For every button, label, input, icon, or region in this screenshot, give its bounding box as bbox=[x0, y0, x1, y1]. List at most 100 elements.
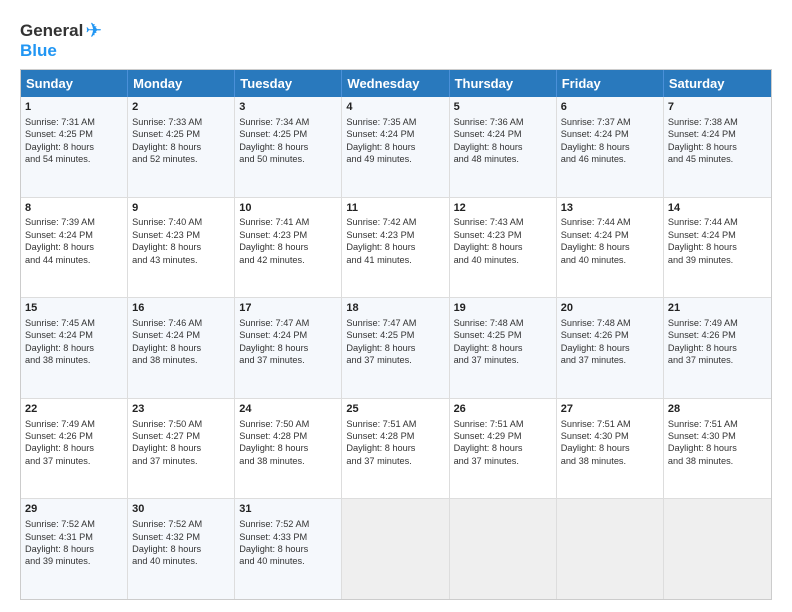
day-info: Daylight: 8 hours bbox=[346, 141, 444, 153]
day-info: Sunset: 4:25 PM bbox=[454, 329, 552, 341]
calendar-header-friday: Friday bbox=[557, 70, 664, 97]
day-info: and 37 minutes. bbox=[561, 354, 659, 366]
calendar-day-1: 1Sunrise: 7:31 AMSunset: 4:25 PMDaylight… bbox=[21, 97, 128, 197]
day-info: Sunset: 4:31 PM bbox=[25, 531, 123, 543]
day-info: Daylight: 8 hours bbox=[454, 241, 552, 253]
day-number: 17 bbox=[239, 301, 337, 316]
day-info: Daylight: 8 hours bbox=[239, 141, 337, 153]
day-info: and 44 minutes. bbox=[25, 254, 123, 266]
day-info: Sunrise: 7:50 AM bbox=[239, 418, 337, 430]
calendar-day-26: 26Sunrise: 7:51 AMSunset: 4:29 PMDayligh… bbox=[450, 399, 557, 499]
calendar-week-0: 1Sunrise: 7:31 AMSunset: 4:25 PMDaylight… bbox=[21, 97, 771, 197]
day-info: Sunrise: 7:36 AM bbox=[454, 116, 552, 128]
day-info: Sunset: 4:26 PM bbox=[561, 329, 659, 341]
day-info: Sunrise: 7:34 AM bbox=[239, 116, 337, 128]
day-number: 23 bbox=[132, 402, 230, 417]
day-number: 26 bbox=[454, 402, 552, 417]
day-info: and 39 minutes. bbox=[668, 254, 767, 266]
calendar-day-24: 24Sunrise: 7:50 AMSunset: 4:28 PMDayligh… bbox=[235, 399, 342, 499]
day-info: Sunrise: 7:47 AM bbox=[239, 317, 337, 329]
logo: General ✈ Blue bbox=[20, 18, 102, 61]
calendar-week-4: 29Sunrise: 7:52 AMSunset: 4:31 PMDayligh… bbox=[21, 498, 771, 599]
day-number: 13 bbox=[561, 201, 659, 216]
day-number: 14 bbox=[668, 201, 767, 216]
day-info: Sunrise: 7:31 AM bbox=[25, 116, 123, 128]
calendar-empty bbox=[557, 499, 664, 599]
day-number: 31 bbox=[239, 502, 337, 517]
day-info: Daylight: 8 hours bbox=[454, 141, 552, 153]
calendar-header-wednesday: Wednesday bbox=[342, 70, 449, 97]
calendar-empty bbox=[342, 499, 449, 599]
day-info: Daylight: 8 hours bbox=[346, 342, 444, 354]
day-info: Sunset: 4:24 PM bbox=[454, 128, 552, 140]
day-info: Daylight: 8 hours bbox=[132, 141, 230, 153]
day-info: Sunset: 4:25 PM bbox=[25, 128, 123, 140]
day-info: Daylight: 8 hours bbox=[239, 543, 337, 555]
calendar-day-6: 6Sunrise: 7:37 AMSunset: 4:24 PMDaylight… bbox=[557, 97, 664, 197]
calendar-day-8: 8Sunrise: 7:39 AMSunset: 4:24 PMDaylight… bbox=[21, 198, 128, 298]
day-info: and 37 minutes. bbox=[454, 455, 552, 467]
day-info: Daylight: 8 hours bbox=[454, 342, 552, 354]
day-info: Daylight: 8 hours bbox=[132, 342, 230, 354]
day-info: Daylight: 8 hours bbox=[668, 442, 767, 454]
day-info: Sunrise: 7:40 AM bbox=[132, 216, 230, 228]
day-info: and 54 minutes. bbox=[25, 153, 123, 165]
day-info: and 41 minutes. bbox=[346, 254, 444, 266]
day-number: 9 bbox=[132, 201, 230, 216]
day-number: 15 bbox=[25, 301, 123, 316]
day-number: 19 bbox=[454, 301, 552, 316]
day-number: 5 bbox=[454, 100, 552, 115]
day-info: Sunset: 4:23 PM bbox=[346, 229, 444, 241]
day-info: Daylight: 8 hours bbox=[239, 241, 337, 253]
day-info: and 40 minutes. bbox=[454, 254, 552, 266]
day-number: 28 bbox=[668, 402, 767, 417]
calendar-day-27: 27Sunrise: 7:51 AMSunset: 4:30 PMDayligh… bbox=[557, 399, 664, 499]
day-info: Sunset: 4:32 PM bbox=[132, 531, 230, 543]
day-info: and 37 minutes. bbox=[346, 354, 444, 366]
day-info: and 40 minutes. bbox=[132, 555, 230, 567]
day-info: and 40 minutes. bbox=[561, 254, 659, 266]
calendar-day-7: 7Sunrise: 7:38 AMSunset: 4:24 PMDaylight… bbox=[664, 97, 771, 197]
day-info: Sunrise: 7:45 AM bbox=[25, 317, 123, 329]
day-info: and 38 minutes. bbox=[561, 455, 659, 467]
day-info: and 52 minutes. bbox=[132, 153, 230, 165]
calendar-header-tuesday: Tuesday bbox=[235, 70, 342, 97]
day-info: Sunset: 4:24 PM bbox=[239, 329, 337, 341]
day-info: and 38 minutes. bbox=[25, 354, 123, 366]
day-info: Sunset: 4:24 PM bbox=[561, 229, 659, 241]
day-info: and 40 minutes. bbox=[239, 555, 337, 567]
day-info: and 38 minutes. bbox=[132, 354, 230, 366]
day-info: Sunset: 4:33 PM bbox=[239, 531, 337, 543]
day-info: Sunrise: 7:39 AM bbox=[25, 216, 123, 228]
day-info: and 45 minutes. bbox=[668, 153, 767, 165]
day-info: Daylight: 8 hours bbox=[346, 442, 444, 454]
calendar-day-13: 13Sunrise: 7:44 AMSunset: 4:24 PMDayligh… bbox=[557, 198, 664, 298]
calendar-day-23: 23Sunrise: 7:50 AMSunset: 4:27 PMDayligh… bbox=[128, 399, 235, 499]
day-number: 30 bbox=[132, 502, 230, 517]
day-info: and 43 minutes. bbox=[132, 254, 230, 266]
day-info: and 42 minutes. bbox=[239, 254, 337, 266]
day-info: and 37 minutes. bbox=[668, 354, 767, 366]
day-info: Sunrise: 7:46 AM bbox=[132, 317, 230, 329]
calendar-day-15: 15Sunrise: 7:45 AMSunset: 4:24 PMDayligh… bbox=[21, 298, 128, 398]
day-info: Sunset: 4:24 PM bbox=[668, 128, 767, 140]
day-info: Daylight: 8 hours bbox=[561, 141, 659, 153]
day-info: Sunrise: 7:48 AM bbox=[454, 317, 552, 329]
calendar-day-20: 20Sunrise: 7:48 AMSunset: 4:26 PMDayligh… bbox=[557, 298, 664, 398]
calendar-day-22: 22Sunrise: 7:49 AMSunset: 4:26 PMDayligh… bbox=[21, 399, 128, 499]
day-info: Sunrise: 7:41 AM bbox=[239, 216, 337, 228]
day-info: and 48 minutes. bbox=[454, 153, 552, 165]
day-info: Sunset: 4:25 PM bbox=[132, 128, 230, 140]
calendar-day-30: 30Sunrise: 7:52 AMSunset: 4:32 PMDayligh… bbox=[128, 499, 235, 599]
day-info: Sunrise: 7:33 AM bbox=[132, 116, 230, 128]
day-info: Sunrise: 7:44 AM bbox=[668, 216, 767, 228]
day-info: Sunrise: 7:49 AM bbox=[25, 418, 123, 430]
day-number: 10 bbox=[239, 201, 337, 216]
day-number: 6 bbox=[561, 100, 659, 115]
calendar-day-16: 16Sunrise: 7:46 AMSunset: 4:24 PMDayligh… bbox=[128, 298, 235, 398]
calendar-day-11: 11Sunrise: 7:42 AMSunset: 4:23 PMDayligh… bbox=[342, 198, 449, 298]
day-number: 20 bbox=[561, 301, 659, 316]
day-info: Sunset: 4:30 PM bbox=[668, 430, 767, 442]
calendar-body: 1Sunrise: 7:31 AMSunset: 4:25 PMDaylight… bbox=[21, 97, 771, 599]
day-info: Daylight: 8 hours bbox=[561, 342, 659, 354]
